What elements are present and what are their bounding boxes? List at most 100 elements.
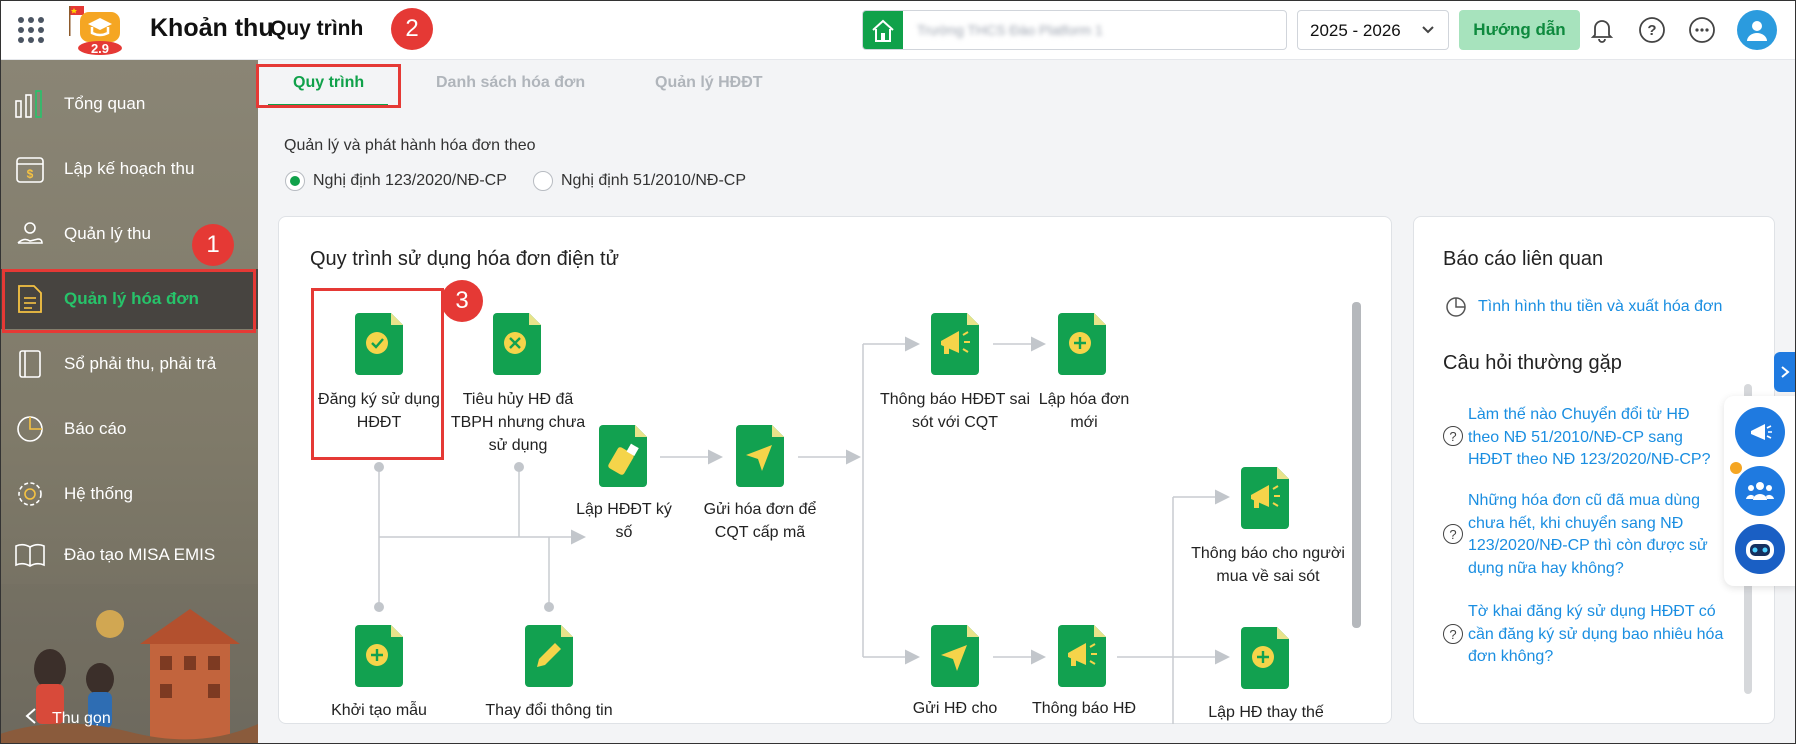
send-doc-icon[interactable] — [736, 425, 784, 487]
step-label: Thông báo HĐĐT sai sót với CQT — [880, 391, 1030, 431]
announcement-button[interactable] — [1735, 407, 1785, 457]
faq-title: Câu hỏi thường gặp — [1443, 352, 1622, 374]
community-button[interactable] — [1735, 466, 1785, 516]
tab-invoice-list[interactable]: Danh sách hóa đơn — [436, 74, 585, 92]
step-label: Thay đổi thông tin — [485, 702, 613, 719]
open-book-icon — [14, 539, 46, 571]
school-home-icon — [863, 11, 903, 49]
svg-text:$: $ — [27, 167, 34, 181]
report-link[interactable]: Tình hình thu tiền và xuất hóa đơn — [1478, 298, 1722, 316]
usb-token-doc-icon[interactable] — [599, 425, 647, 487]
sidebar-item-label: Tổng quan — [64, 94, 146, 113]
plus-doc-icon[interactable] — [1058, 313, 1106, 375]
step-label: Gửi HĐ cho — [912, 700, 998, 717]
tab-bar: Quy trình Danh sách hóa đơn Quản lý HĐĐT — [258, 60, 1796, 112]
page-title: Quy trình — [270, 17, 364, 40]
ledger-book-icon — [14, 348, 46, 380]
users-group-icon — [1746, 482, 1774, 500]
app-title: Khoản thu — [150, 14, 274, 42]
school-year-select[interactable]: 2025 - 2026 — [1297, 10, 1449, 50]
step-label: Gửi hóa đơn để CQT cấp mã — [703, 501, 817, 541]
send-doc-icon[interactable] — [931, 625, 979, 687]
annotation-badge-2: 2 — [391, 8, 433, 50]
annotation-badge-3: 3 — [441, 280, 483, 322]
app-grid-icon[interactable] — [18, 17, 44, 43]
faq-item[interactable]: Làm thế nào Chuyển đổi từ HĐ theo NĐ 51/… — [1468, 404, 1724, 472]
question-icon: ? — [1443, 624, 1463, 644]
top-bar: 2.9 Khoản thu Quy trình Trường THCS Đào … — [0, 0, 1796, 60]
bell-icon[interactable] — [1586, 14, 1618, 46]
help-icon[interactable]: ? — [1636, 14, 1668, 46]
app-logo: 2.9 — [58, 4, 144, 56]
gear-icon — [14, 478, 46, 510]
decree-radio-51[interactable] — [533, 171, 553, 191]
school-selector[interactable]: Trường THCS Đào Platform 1 — [862, 10, 1287, 50]
decree-option-label: Nghị định 123/2020/NĐ-CP — [313, 172, 507, 189]
decree-option-label: Nghị định 51/2010/NĐ-CP — [561, 172, 746, 189]
robot-icon — [1746, 540, 1774, 560]
megaphone-doc-icon[interactable] — [931, 313, 979, 375]
highlight-box-1 — [2, 269, 256, 333]
sidebar-item-system[interactable]: Hệ thống — [0, 464, 258, 524]
collapse-label: Thu gọn — [52, 709, 111, 727]
bar-chart-icon — [14, 88, 46, 120]
question-icon: ? — [1443, 426, 1463, 446]
workflow-title: Quy trình sử dụng hóa đơn điện tử — [310, 248, 619, 270]
logo-text: 2.9 — [91, 41, 109, 56]
megaphone-doc-icon[interactable] — [1058, 625, 1106, 687]
chevron-left-icon — [24, 707, 38, 730]
expand-panel-button[interactable] — [1774, 352, 1796, 392]
sidebar-item-label: Quản lý thu — [64, 224, 151, 243]
highlight-box-3 — [311, 288, 444, 460]
annotation-badge-1: 1 — [192, 224, 234, 266]
tab-einvoice-management[interactable]: Quản lý HĐĐT — [655, 74, 763, 92]
step-label: Tiêu hủy HĐ đã TBPH nhưng chưa sử dụng — [450, 391, 586, 454]
sidebar-item-overview[interactable]: Tổng quan — [0, 74, 258, 134]
sidebar-item-label: Sổ phải thu, phải trả — [64, 354, 217, 373]
sidebar-item-label: Đào tạo MISA EMIS — [64, 545, 216, 564]
plus-doc-icon[interactable] — [1241, 627, 1289, 689]
pie-chart-icon — [1446, 297, 1466, 317]
sidebar: Tổng quan $ Lập kế hoạch thu Quản lý thu… — [0, 60, 258, 744]
floating-actions — [1724, 396, 1796, 586]
more-options-icon[interactable] — [1686, 14, 1718, 46]
sidebar-item-label: Hệ thống — [64, 484, 133, 503]
question-icon: ? — [1443, 524, 1463, 544]
step-label: Thông báo cho người mua về sai sót — [1191, 545, 1345, 585]
edit-doc-icon[interactable] — [525, 625, 573, 687]
step-label: Lập HĐĐT ký số — [576, 501, 672, 541]
sidebar-item-reports[interactable]: Báo cáo — [0, 399, 258, 459]
faq-item[interactable]: Những hóa đơn cũ đã mua dùng chưa hết, k… — [1468, 490, 1724, 580]
step-label: Lập hóa đơn mới — [1038, 391, 1130, 431]
chevron-down-icon — [1420, 21, 1436, 42]
step-label: Khởi tạo mẫu — [331, 702, 427, 719]
cancel-doc-icon[interactable] — [493, 313, 541, 375]
sidebar-item-training[interactable]: Đào tạo MISA EMIS — [0, 525, 258, 585]
school-year-value: 2025 - 2026 — [1310, 21, 1401, 40]
step-label: Thông báo HĐ — [1031, 700, 1137, 717]
step-label: Lập HĐ thay thế — [1208, 704, 1324, 721]
hand-coin-icon — [14, 218, 46, 250]
faq-item[interactable]: Tờ khai đăng ký sử dụng HĐĐT có cần đăng… — [1468, 601, 1724, 669]
notification-dot — [1730, 462, 1742, 474]
chatbot-button[interactable] — [1735, 524, 1785, 574]
megaphone-doc-icon[interactable] — [1241, 467, 1289, 529]
pie-chart-icon — [14, 413, 46, 445]
decree-label: Quản lý và phát hành hóa đơn theo — [284, 137, 536, 154]
user-avatar[interactable] — [1737, 10, 1777, 50]
sidebar-item-ledger[interactable]: Sổ phải thu, phải trả — [0, 334, 258, 394]
svg-text:?: ? — [1647, 22, 1656, 39]
megaphone-icon — [1751, 424, 1772, 440]
guide-button[interactable]: Hướng dẫn — [1459, 10, 1580, 50]
plus-doc-icon[interactable] — [355, 625, 403, 687]
collapse-sidebar-button[interactable]: Thu gọn — [24, 707, 111, 730]
sidebar-item-plan[interactable]: $ Lập kế hoạch thu — [0, 139, 258, 199]
related-reports-title: Báo cáo liên quan — [1443, 248, 1604, 270]
school-name: Trường THCS Đào Platform 1 — [917, 22, 1103, 38]
highlight-box-2 — [256, 64, 401, 108]
workflow-scrollbar[interactable] — [1352, 302, 1361, 628]
sidebar-item-label: Lập kế hoạch thu — [64, 159, 195, 178]
sidebar-item-label: Báo cáo — [64, 419, 127, 438]
calendar-money-icon: $ — [14, 153, 46, 185]
decree-radio-123[interactable] — [285, 171, 305, 191]
